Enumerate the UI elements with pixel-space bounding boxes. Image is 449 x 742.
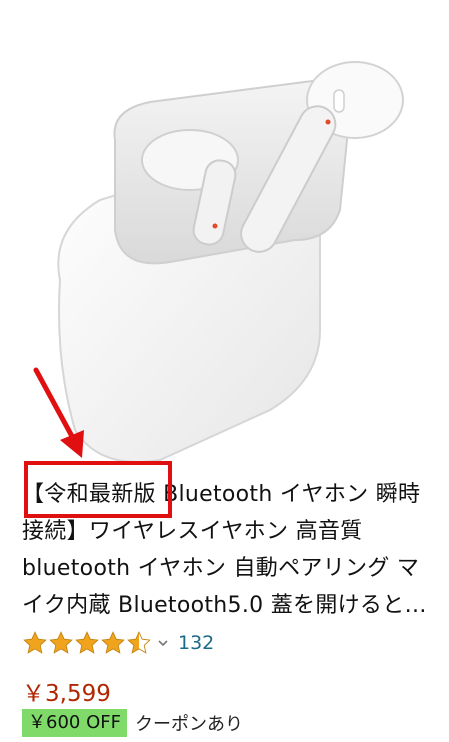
annotation-highlight-box: [24, 461, 172, 518]
rating-row[interactable]: 132: [22, 628, 214, 658]
star-half-icon: [127, 631, 151, 654]
star-full-icon: [75, 631, 99, 654]
star-full-icon: [23, 631, 47, 654]
product-card[interactable]: 【令和最新版 Bluetooth イヤホン 瞬時接続】ワイヤレスイヤホン 高音質…: [0, 0, 449, 742]
coupon-text: クーポンあり: [134, 714, 243, 735]
coupon-badge[interactable]: ￥600 OFF: [22, 709, 127, 737]
star-full-icon: [101, 631, 125, 654]
review-count-link[interactable]: 132: [178, 632, 214, 654]
star-full-icon: [49, 631, 73, 654]
chevron-down-icon[interactable]: [156, 636, 170, 650]
star-rating[interactable]: [22, 630, 152, 656]
product-price: ￥3,599: [22, 681, 111, 707]
coupon-row[interactable]: ￥600 OFF クーポンあり: [22, 709, 243, 737]
annotation-arrow-icon: [33, 367, 84, 458]
